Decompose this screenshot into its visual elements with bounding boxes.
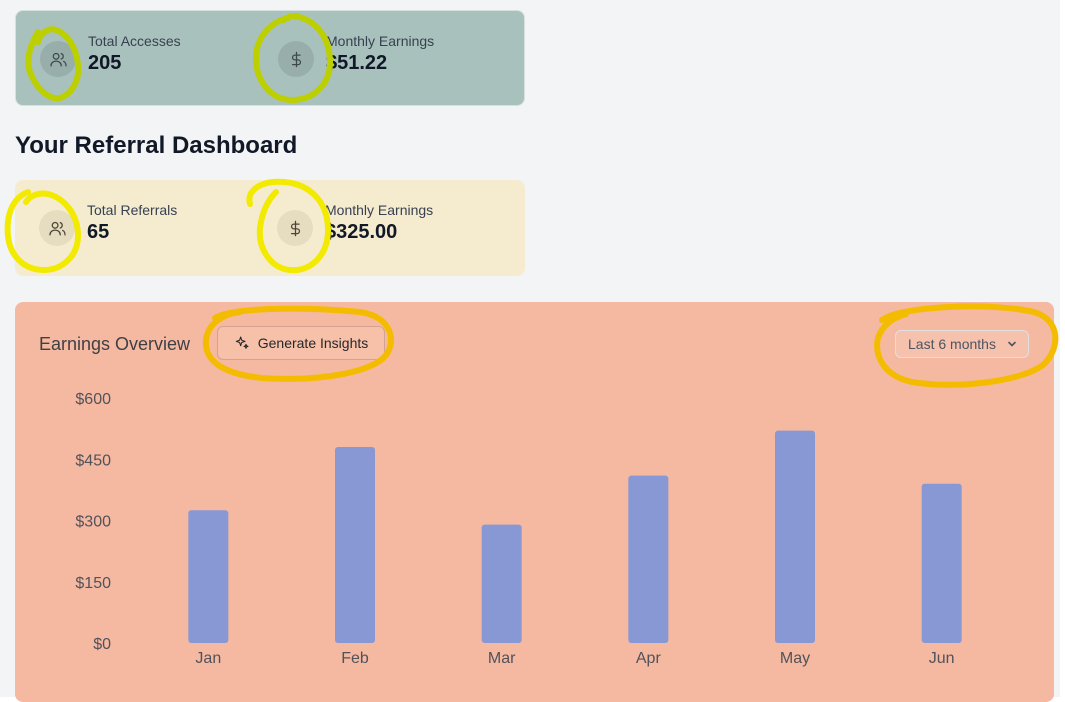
access-stats-card: Total Accesses 205 Monthly Earnings $51.… bbox=[15, 10, 525, 106]
page-title: Your Referral Dashboard bbox=[15, 132, 298, 159]
y-tick-label: $300 bbox=[75, 514, 111, 531]
x-tick-label: Apr bbox=[636, 650, 662, 667]
y-tick-label: $450 bbox=[75, 452, 111, 469]
referral-earnings-value: $325.00 bbox=[325, 221, 398, 243]
bar-may[interactable] bbox=[775, 430, 815, 643]
dollar-icon bbox=[277, 210, 313, 246]
referral-stats-card: Total Referrals 65 Monthly Earnings $325… bbox=[15, 180, 525, 276]
referral-monthly-earnings-stat: Monthly Earnings $325.00 bbox=[277, 200, 433, 246]
total-referrals-stat: Total Referrals 65 bbox=[39, 200, 177, 246]
x-tick-label: Feb bbox=[341, 650, 369, 667]
total-referrals-value: 65 bbox=[87, 221, 110, 243]
users-icon bbox=[40, 41, 76, 77]
x-tick-label: Jun bbox=[929, 650, 955, 667]
total-accesses-stat: Total Accesses 205 bbox=[40, 31, 181, 77]
bar-feb[interactable] bbox=[335, 447, 375, 643]
bar-apr[interactable] bbox=[628, 475, 669, 643]
earnings-overview-card: Earnings Overview Generate Insights Last… bbox=[15, 302, 1054, 702]
y-tick-label: $600 bbox=[75, 391, 111, 408]
x-tick-label: May bbox=[780, 650, 810, 667]
earnings-bar-chart: $0 $150 $300 $450 $600 Jan Feb Mar Apr May Jun bbox=[75, 391, 962, 667]
total-accesses-label: Total Accesses bbox=[88, 33, 181, 49]
access-monthly-earnings-stat: Monthly Earnings $51.22 bbox=[278, 31, 434, 77]
y-tick-label: $0 bbox=[93, 636, 111, 653]
total-referrals-label: Total Referrals bbox=[87, 202, 178, 218]
bar-jun[interactable] bbox=[921, 483, 962, 643]
users-icon bbox=[39, 210, 75, 246]
access-earnings-value: $51.22 bbox=[326, 52, 388, 74]
x-tick-label: Mar bbox=[488, 650, 516, 667]
dollar-icon bbox=[278, 41, 314, 77]
bar-jan[interactable] bbox=[188, 510, 229, 643]
x-tick-label: Jan bbox=[195, 650, 221, 667]
referral-earnings-label: Monthly Earnings bbox=[325, 202, 434, 218]
total-accesses-value: 205 bbox=[88, 52, 122, 74]
bar-mar[interactable] bbox=[481, 524, 522, 643]
access-earnings-label: Monthly Earnings bbox=[326, 33, 435, 49]
y-tick-label: $150 bbox=[75, 575, 111, 592]
